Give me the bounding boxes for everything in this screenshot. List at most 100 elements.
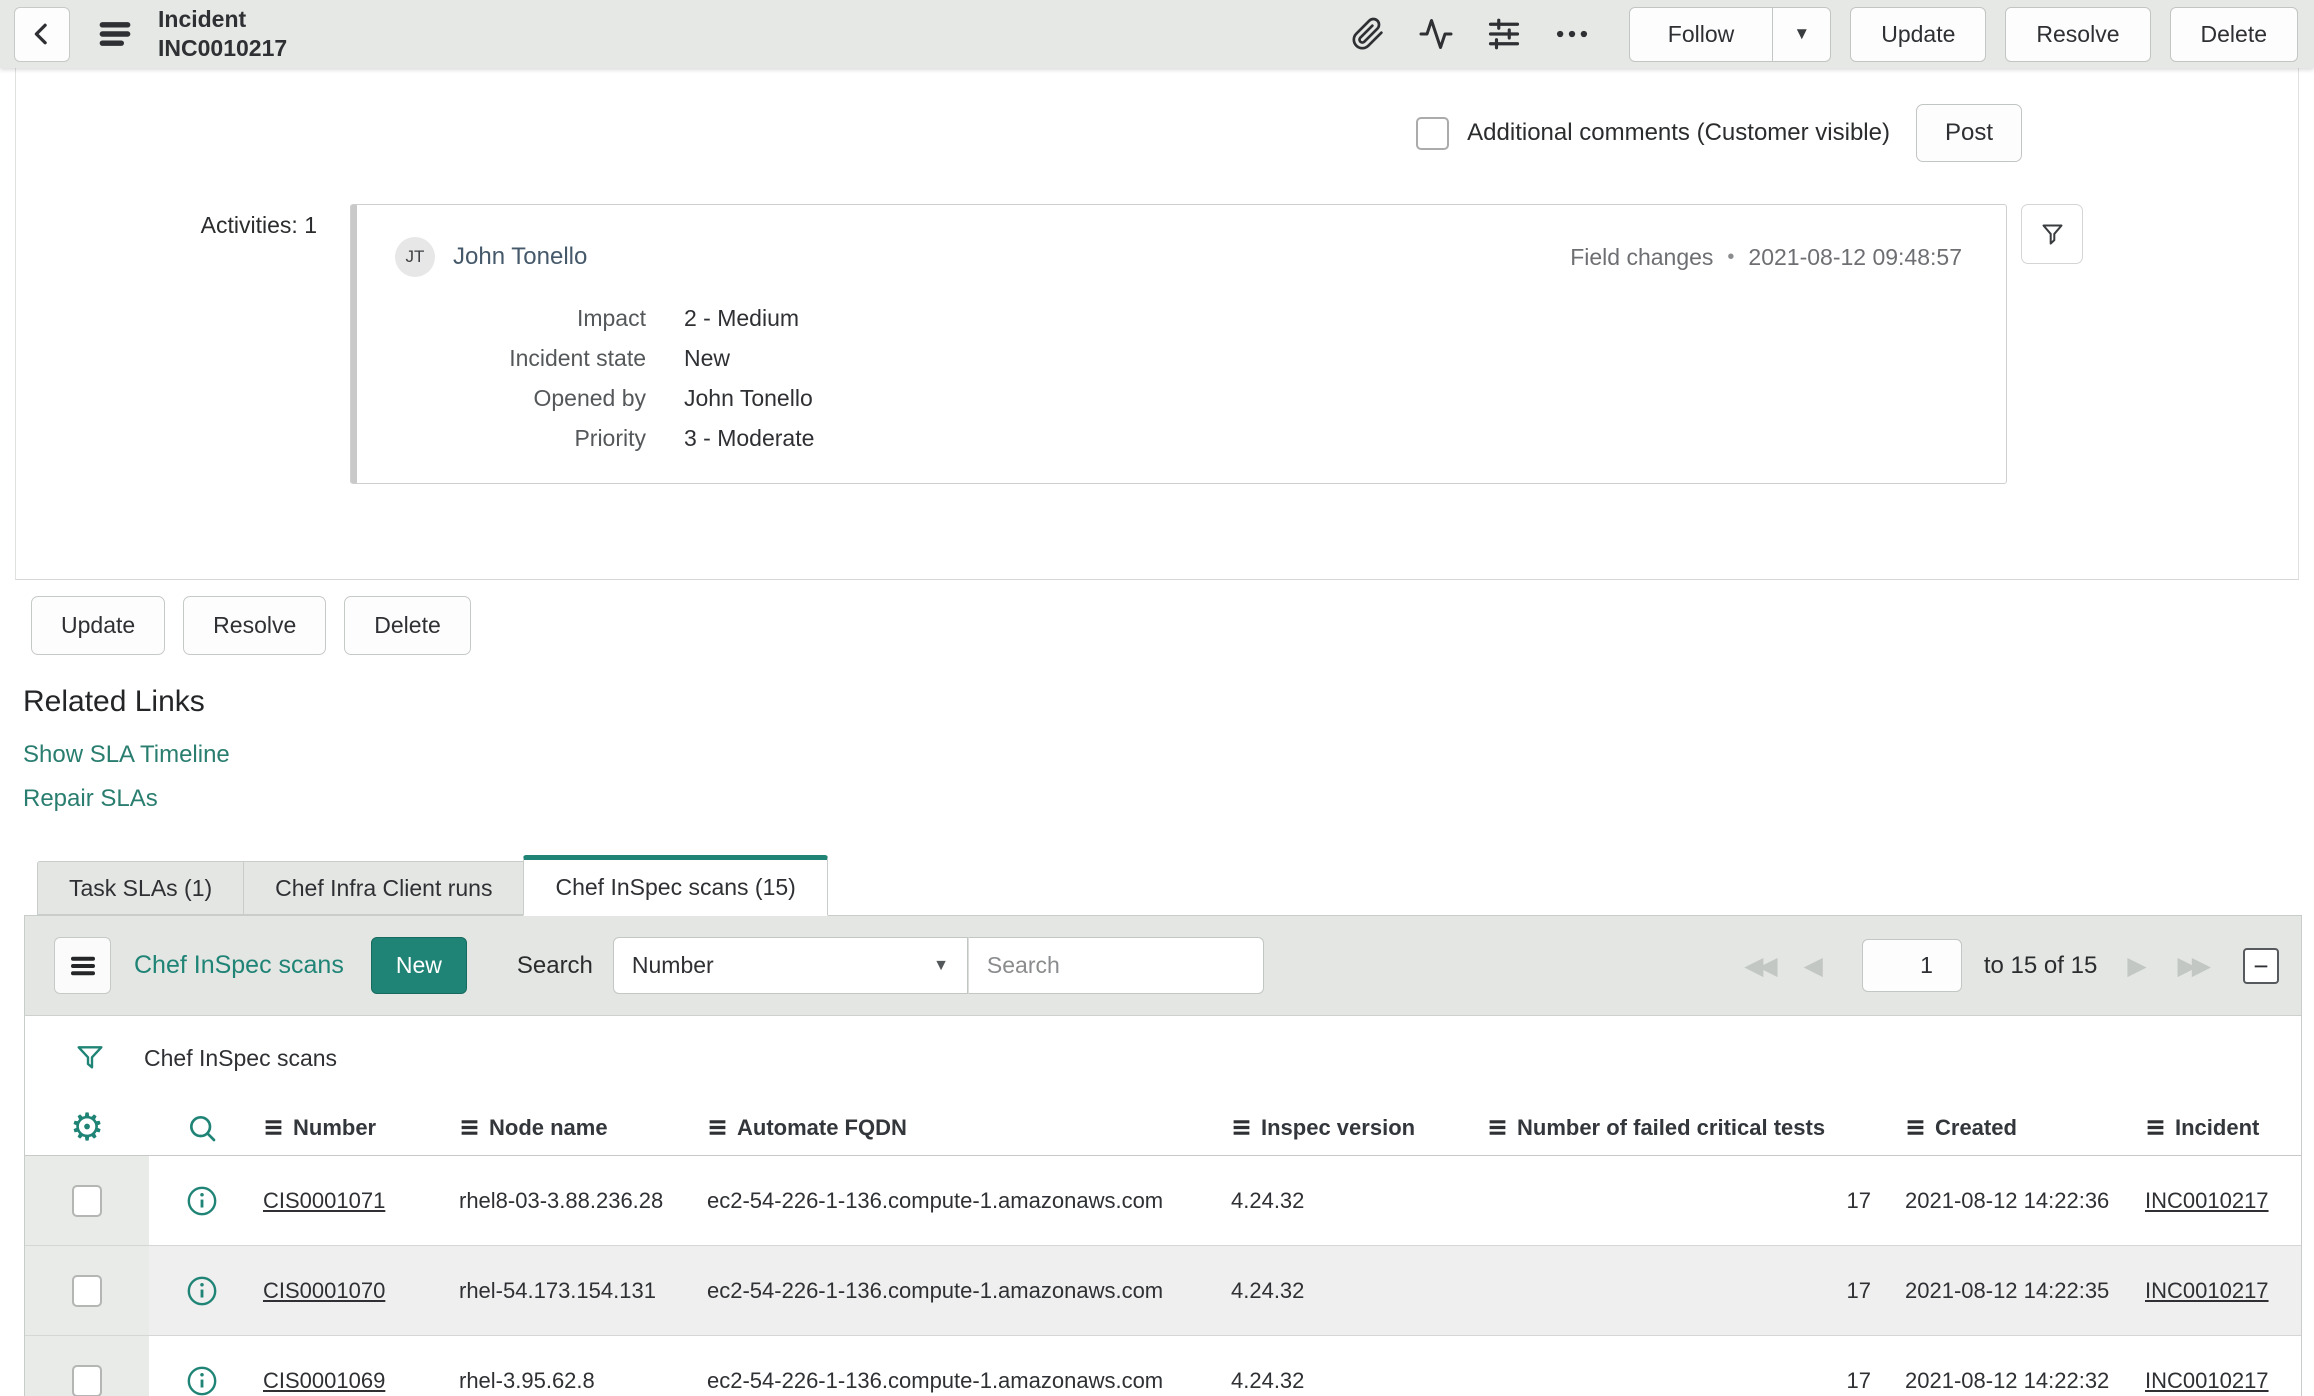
related-links-section: Related Links Show SLA Timeline Repair S… <box>23 685 2314 813</box>
cell-incident: INC0010217 <box>2129 1278 2301 1304</box>
cell-created: 2021-08-12 14:22:35 <box>1905 1277 2110 1303</box>
row-range-label: to 15 of 15 <box>1983 951 2098 979</box>
tab-chef-infra-client-runs[interactable]: Chef Infra Client runs <box>243 861 524 915</box>
row-select-cell <box>25 1246 149 1335</box>
cell-node-name: rhel-54.173.154.131 <box>459 1277 656 1303</box>
info-icon[interactable] <box>185 1364 219 1396</box>
column-header-number[interactable]: Number <box>255 1115 451 1141</box>
cell-created: 2021-08-12 14:22:36 <box>1905 1187 2110 1213</box>
activity-author: John Tonello <box>453 243 588 270</box>
row-select-checkbox[interactable] <box>72 1364 102 1396</box>
column-menu-icon[interactable] <box>707 1117 728 1138</box>
cell-automate-fqdn: ec2-54-226-1-136.compute-1.amazonaws.com <box>707 1367 1164 1393</box>
activities-section: Activities: 1 JT John Tonello Field chan… <box>16 204 2298 484</box>
cell-created: 2021-08-12 14:22:32 <box>1905 1367 2110 1393</box>
column-label: Number <box>293 1114 377 1140</box>
record-link[interactable]: CIS0001070 <box>263 1278 385 1303</box>
column-label: Incident <box>2175 1114 2260 1140</box>
incident-link[interactable]: INC0010217 <box>2145 1188 2269 1213</box>
field-change-label: Priority <box>574 425 646 451</box>
personalize-form-button[interactable] <box>1481 11 1527 57</box>
info-icon[interactable] <box>185 1274 219 1308</box>
cell-number: CIS0001069 <box>255 1368 451 1394</box>
column-header-created[interactable]: Created <box>1879 1115 2129 1141</box>
column-menu-icon[interactable] <box>1905 1117 1926 1138</box>
column-header-incident[interactable]: Incident <box>2129 1115 2301 1141</box>
column-header-node-name[interactable]: Node name <box>451 1115 699 1141</box>
tab-chef-inspec-scans[interactable]: Chef InSpec scans (15) <box>523 855 828 916</box>
row-select-checkbox[interactable] <box>72 1184 102 1217</box>
activity-filter-button[interactable] <box>2021 204 2083 264</box>
chef-inspec-scans-list: Chef InSpec scans New Search Number ▼ ◀◀… <box>24 915 2302 1396</box>
related-links-title: Related Links <box>23 685 205 718</box>
customer-visible-checkbox[interactable] <box>1416 116 1450 150</box>
column-menu-icon[interactable] <box>2145 1117 2166 1138</box>
first-page-icon[interactable]: ◀◀ <box>1744 951 1778 981</box>
attachment-button[interactable] <box>1345 11 1391 57</box>
incident-link[interactable]: INC0010217 <box>2145 1368 2269 1393</box>
search-column-value: Number <box>631 952 714 978</box>
collapse-list-button[interactable]: − <box>2243 947 2279 984</box>
field-change-value: 2 - Medium <box>684 305 800 331</box>
column-menu-icon[interactable] <box>263 1117 284 1138</box>
table-row: CIS0001070 rhel-54.173.154.131 ec2-54-22… <box>25 1246 2301 1336</box>
cell-inspec-version: 4.24.32 <box>1231 1187 1305 1213</box>
column-menu-icon[interactable] <box>1231 1117 1252 1138</box>
cell-failed-tests: 17 <box>1846 1187 1871 1213</box>
column-menu-icon[interactable] <box>1487 1117 1508 1138</box>
pagination: ◀◀ ◀ to 15 of 15 ▶ ▶▶ − <box>1744 939 2279 992</box>
column-header-automate-fqdn[interactable]: Automate FQDN <box>699 1115 1223 1141</box>
update-button[interactable]: Update <box>31 596 166 655</box>
more-dots-icon <box>1553 15 1591 53</box>
list-context-menu-button[interactable] <box>54 937 111 994</box>
column-menu-icon[interactable] <box>459 1117 480 1138</box>
repair-slas-link[interactable]: Repair SLAs <box>23 785 158 813</box>
row-preview-cell <box>149 1184 255 1218</box>
list-toolbar: Chef InSpec scans New Search Number ▼ ◀◀… <box>25 916 2301 1016</box>
row-select-checkbox[interactable] <box>72 1274 102 1307</box>
follow-button[interactable]: Follow <box>1628 6 1773 62</box>
form-context-menu-button[interactable] <box>96 15 134 53</box>
column-header-inspec-version[interactable]: Inspec version <box>1223 1115 1479 1141</box>
table-row: CIS0001069 rhel-3.95.62.8 ec2-54-226-1-1… <box>25 1336 2301 1396</box>
list-title-link[interactable]: Chef InSpec scans <box>134 951 344 980</box>
tab-task-slas[interactable]: Task SLAs (1) <box>37 861 244 915</box>
follow-caret-button[interactable]: ▼ <box>1772 6 1832 62</box>
cell-node-name: rhel-3.95.62.8 <box>459 1367 595 1393</box>
filter-funnel-icon[interactable] <box>74 1042 106 1074</box>
record-link[interactable]: CIS0001071 <box>263 1188 385 1213</box>
delete-button-header[interactable]: Delete <box>2169 6 2298 62</box>
update-button-header[interactable]: Update <box>1850 6 1987 62</box>
list-settings-button[interactable]: ⚙ <box>25 1105 149 1150</box>
list-search-input[interactable] <box>967 937 1264 994</box>
list-search-toggle-button[interactable] <box>149 1112 255 1144</box>
show-sla-timeline-link[interactable]: Show SLA Timeline <box>23 741 230 769</box>
info-icon[interactable] <box>185 1184 219 1218</box>
activity-left-strip <box>351 205 357 483</box>
current-row-input[interactable] <box>1861 939 1962 992</box>
incident-link[interactable]: INC0010217 <box>2145 1278 2269 1303</box>
additional-comments-label: Additional comments (Customer visible) <box>1467 119 1890 146</box>
resolve-button-header[interactable]: Resolve <box>2005 6 2151 62</box>
record-link[interactable]: CIS0001069 <box>263 1368 385 1393</box>
more-options-button[interactable] <box>1549 11 1595 57</box>
resolve-button[interactable]: Resolve <box>183 596 327 655</box>
column-header-failed-tests[interactable]: Number of failed critical tests <box>1479 1115 1879 1141</box>
previous-page-icon[interactable]: ◀ <box>1804 951 1828 981</box>
record-title: Incident INC0010217 <box>158 5 287 63</box>
activity-stream-button[interactable] <box>1413 11 1459 57</box>
search-column-select[interactable]: Number ▼ <box>612 937 968 994</box>
cell-inspec-version: 4.24.32 <box>1231 1277 1305 1303</box>
filter-breadcrumb-link[interactable]: Chef InSpec scans <box>144 1045 337 1072</box>
cell-failed-tests: 17 <box>1846 1277 1871 1303</box>
new-record-button[interactable]: New <box>370 937 467 994</box>
next-page-icon[interactable]: ▶ <box>2127 951 2151 981</box>
incident-page: Incident INC0010217 Follow ▼ Update Reso… <box>0 0 2314 1396</box>
back-button[interactable] <box>14 6 70 62</box>
last-page-icon[interactable]: ▶▶ <box>2178 951 2212 981</box>
field-change-value: New <box>684 345 731 371</box>
form-body: Additional comments (Customer visible) P… <box>15 68 2299 580</box>
related-lists-tabs: Task SLAs (1) Chef Infra Client runs Che… <box>37 855 2314 916</box>
post-button[interactable]: Post <box>1915 104 2022 162</box>
delete-button[interactable]: Delete <box>344 596 471 655</box>
